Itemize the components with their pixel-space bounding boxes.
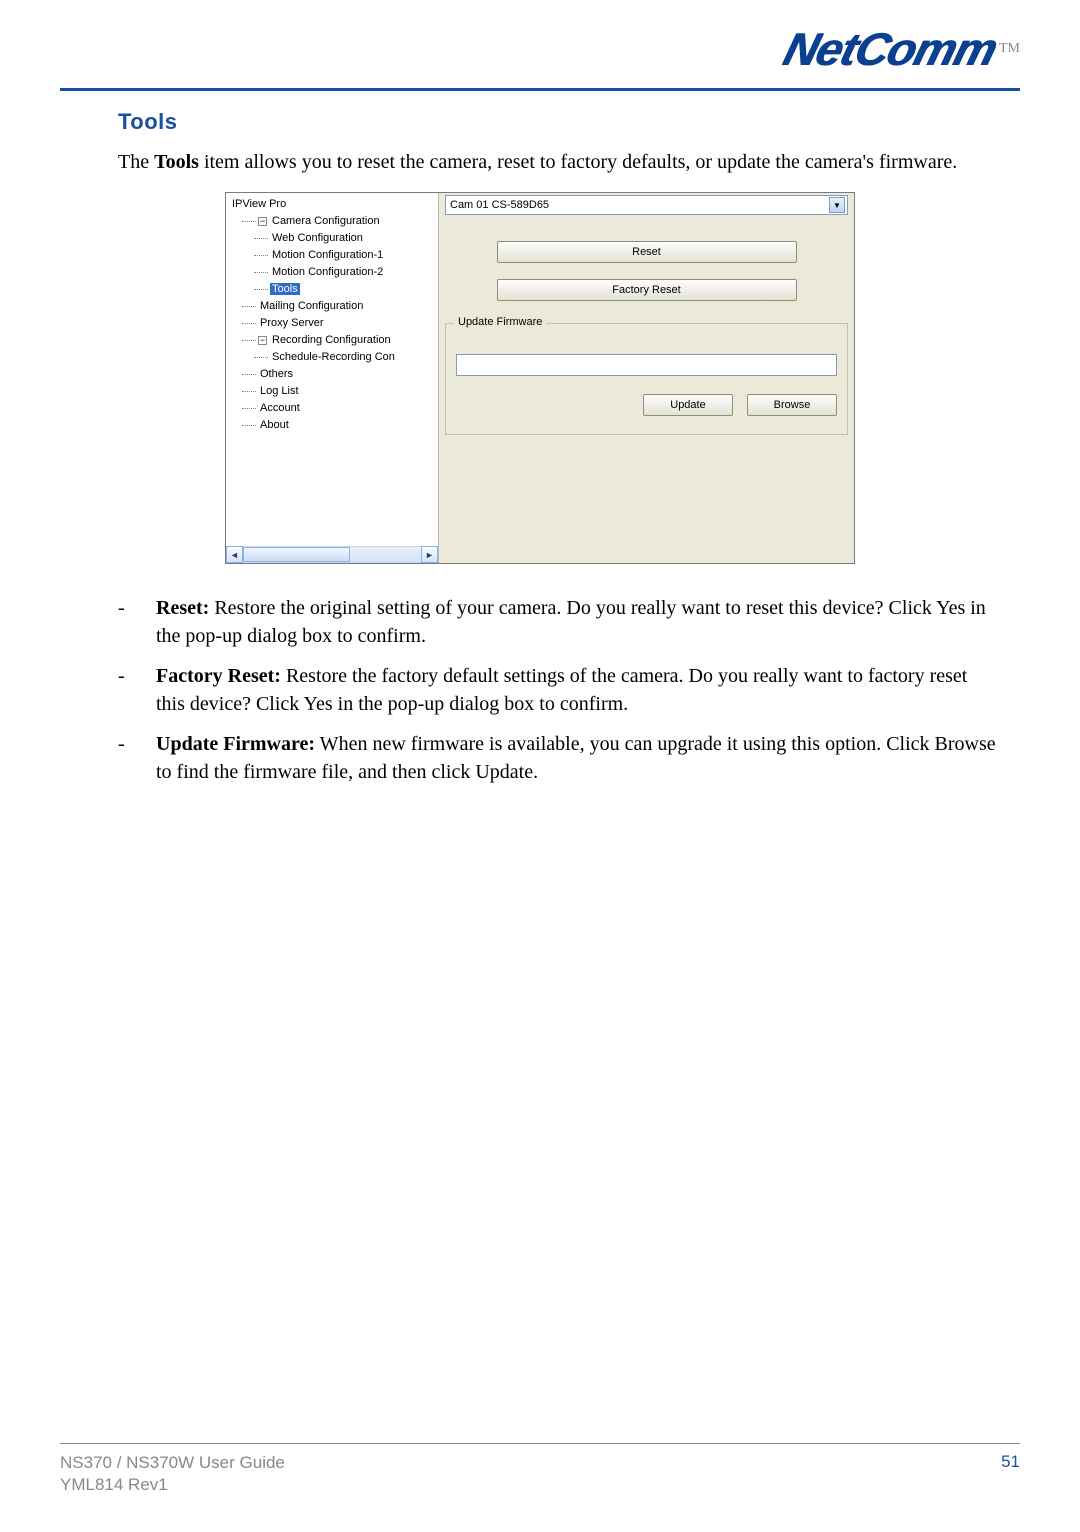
update-button[interactable]: Update bbox=[643, 394, 733, 416]
browse-button[interactable]: Browse bbox=[747, 394, 837, 416]
tree-label: Account bbox=[258, 402, 302, 414]
intro-paragraph: The Tools item allows you to reset the c… bbox=[118, 149, 1010, 176]
horizontal-scrollbar[interactable]: ◄ ► bbox=[226, 546, 438, 563]
camera-select[interactable]: Cam 01 CS-589D65 ▼ bbox=[445, 195, 848, 215]
trademark-symbol: TM bbox=[999, 41, 1020, 57]
collapse-icon[interactable]: − bbox=[258, 217, 267, 226]
tree-label: IPView Pro bbox=[230, 198, 288, 210]
tree-node-selected[interactable]: Tools bbox=[254, 281, 438, 298]
update-firmware-group: Update Firmware Update Browse bbox=[445, 323, 848, 435]
tree-node[interactable]: Log List bbox=[242, 383, 438, 400]
tree-label: Recording Configuration bbox=[270, 334, 393, 346]
tree-label: Schedule-Recording Con bbox=[270, 351, 397, 363]
content-pane: Cam 01 CS-589D65 ▼ Reset Factory Reset U… bbox=[439, 193, 854, 563]
tree-label-selected: Tools bbox=[270, 283, 300, 295]
intro-text-post: item allows you to reset the camera, res… bbox=[199, 151, 957, 173]
bullet-title: Factory Reset: bbox=[156, 665, 281, 687]
footer-guide-title: NS370 / NS370W User Guide bbox=[60, 1452, 285, 1474]
tree-node[interactable]: Motion Configuration-1 bbox=[254, 247, 438, 264]
tree-pane[interactable]: IPView Pro −Camera Configuration Web Con… bbox=[226, 193, 439, 563]
tree-node[interactable]: Motion Configuration-2 bbox=[254, 264, 438, 281]
bullet-text: Restore the original setting of your cam… bbox=[156, 597, 986, 647]
tree-node[interactable]: Others bbox=[242, 366, 438, 383]
tree-label: Camera Configuration bbox=[270, 215, 382, 227]
group-title: Update Firmware bbox=[454, 316, 546, 328]
header: NetComm TM bbox=[60, 0, 1020, 88]
tree-node[interactable]: Web Configuration bbox=[254, 230, 438, 247]
tree-node[interactable]: −Camera Configuration Web Configuration … bbox=[242, 213, 438, 298]
bullet-title: Update Firmware: bbox=[156, 733, 315, 755]
tree-node[interactable]: Schedule-Recording Con bbox=[254, 349, 438, 366]
scroll-thumb[interactable] bbox=[243, 547, 350, 562]
tree-label: Motion Configuration-1 bbox=[270, 249, 385, 261]
bullet-dash: - bbox=[118, 594, 156, 650]
list-item: - Update Firmware: When new firmware is … bbox=[118, 730, 1000, 786]
bullet-list: - Reset: Restore the original setting of… bbox=[118, 594, 1000, 786]
reset-button[interactable]: Reset bbox=[497, 241, 797, 263]
tree-label: Web Configuration bbox=[270, 232, 365, 244]
factory-reset-button[interactable]: Factory Reset bbox=[497, 279, 797, 301]
tree-node[interactable]: Account bbox=[242, 400, 438, 417]
chevron-down-icon[interactable]: ▼ bbox=[829, 197, 845, 213]
tree-node[interactable]: About bbox=[242, 417, 438, 434]
scroll-right-icon[interactable]: ► bbox=[421, 546, 438, 563]
intro-text-pre: The bbox=[118, 151, 154, 173]
tree-label: Motion Configuration-2 bbox=[270, 266, 385, 278]
collapse-icon[interactable]: − bbox=[258, 336, 267, 345]
brand-logo: NetComm bbox=[778, 22, 1003, 76]
page-footer: NS370 / NS370W User Guide YML814 Rev1 51 bbox=[60, 1443, 1020, 1496]
intro-bold: Tools bbox=[154, 151, 199, 173]
app-window: IPView Pro −Camera Configuration Web Con… bbox=[225, 192, 855, 564]
tree-node[interactable]: −Recording Configuration Schedule-Record… bbox=[242, 332, 438, 366]
tree-node[interactable]: Mailing Configuration bbox=[242, 298, 438, 315]
tree-node[interactable]: Proxy Server bbox=[242, 315, 438, 332]
firmware-path-input[interactable] bbox=[456, 354, 837, 376]
tree-label: About bbox=[258, 419, 291, 431]
bullet-dash: - bbox=[118, 662, 156, 718]
list-item: - Factory Reset: Restore the factory def… bbox=[118, 662, 1000, 718]
tree-root-node[interactable]: IPView Pro −Camera Configuration Web Con… bbox=[230, 196, 438, 434]
section-heading: Tools bbox=[118, 109, 1020, 135]
tree-label: Others bbox=[258, 368, 295, 380]
scroll-left-icon[interactable]: ◄ bbox=[226, 546, 243, 563]
header-rule bbox=[60, 88, 1020, 91]
bullet-dash: - bbox=[118, 730, 156, 786]
tree-label: Mailing Configuration bbox=[258, 300, 365, 312]
page-number: 51 bbox=[1001, 1452, 1020, 1472]
tree-label: Log List bbox=[258, 385, 301, 397]
tree-label: Proxy Server bbox=[258, 317, 326, 329]
list-item: - Reset: Restore the original setting of… bbox=[118, 594, 1000, 650]
footer-revision: YML814 Rev1 bbox=[60, 1474, 285, 1496]
camera-select-value: Cam 01 CS-589D65 bbox=[450, 199, 549, 211]
bullet-title: Reset: bbox=[156, 597, 209, 619]
scroll-track[interactable] bbox=[243, 546, 421, 563]
